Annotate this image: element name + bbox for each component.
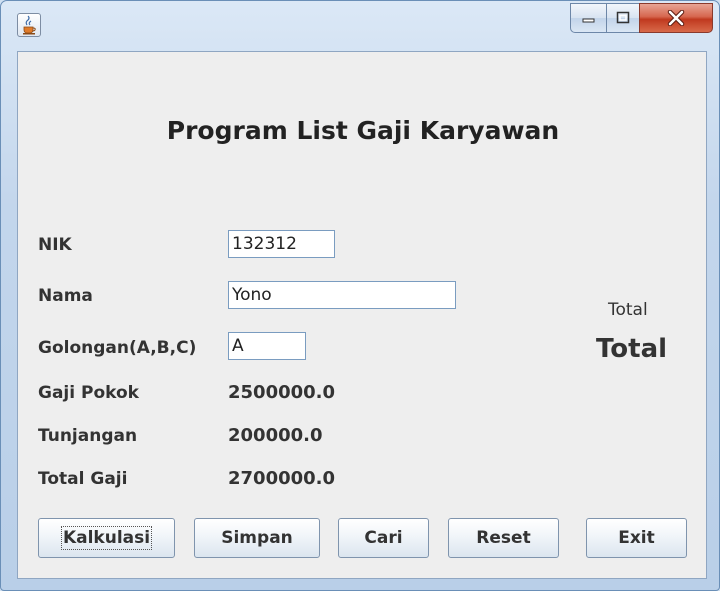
java-cup-icon[interactable] <box>17 13 41 37</box>
kalkulasi-button-label: Kalkulasi <box>60 526 153 550</box>
gaji-pokok-value: 2500000.0 <box>228 382 336 403</box>
kalkulasi-button[interactable]: Kalkulasi <box>38 518 175 558</box>
maximize-button[interactable] <box>606 3 639 33</box>
tunjangan-value: 200000.0 <box>228 425 323 446</box>
tunjangan-label: Tunjangan <box>38 426 138 446</box>
golongan-label: Golongan(A,B,C) <box>38 338 197 358</box>
reset-button[interactable]: Reset <box>448 518 559 558</box>
cari-button-label: Cari <box>364 528 403 548</box>
exit-button[interactable]: Exit <box>586 518 687 558</box>
minimize-icon <box>582 18 594 23</box>
form-panel: Program List Gaji Karyawan NIK Nama Golo… <box>17 51 707 579</box>
nama-label: Nama <box>38 286 93 306</box>
close-icon <box>667 10 685 26</box>
maximize-icon <box>616 11 630 24</box>
reset-button-label: Reset <box>476 528 531 548</box>
cari-button[interactable]: Cari <box>338 518 429 558</box>
total-display: Total <box>596 334 668 364</box>
page-title: Program List Gaji Karyawan <box>166 116 560 145</box>
simpan-button[interactable]: Simpan <box>194 518 320 558</box>
app-window: Program List Gaji Karyawan NIK Nama Golo… <box>0 0 720 591</box>
simpan-button-label: Simpan <box>221 528 293 548</box>
nik-label: NIK <box>38 235 72 255</box>
minimize-button[interactable] <box>570 3 606 33</box>
total-caption: Total <box>608 300 648 320</box>
exit-button-label: Exit <box>618 528 655 548</box>
nama-input[interactable] <box>228 281 456 309</box>
title-bar[interactable] <box>1 1 719 49</box>
total-gaji-label: Total Gaji <box>38 469 128 489</box>
nik-input[interactable] <box>228 230 335 258</box>
close-button[interactable] <box>639 3 713 33</box>
total-gaji-value: 2700000.0 <box>228 468 336 489</box>
window-controls <box>570 3 713 37</box>
gaji-pokok-label: Gaji Pokok <box>38 383 139 403</box>
golongan-input[interactable] <box>228 332 306 360</box>
